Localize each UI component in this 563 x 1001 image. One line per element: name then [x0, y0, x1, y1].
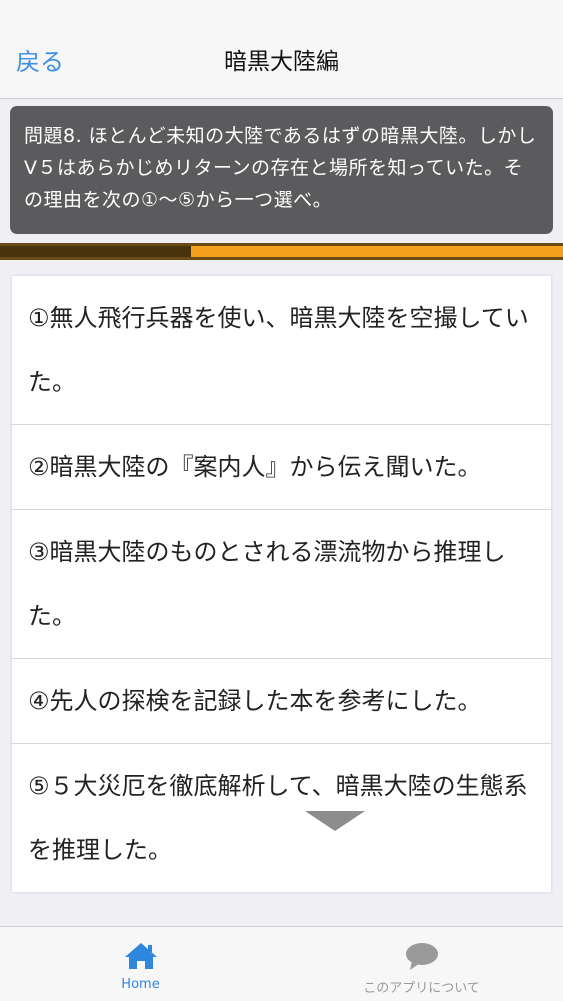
question-panel: 問題8. ほとんど未知の大陸であるはずの暗黒大陸。しかしV５はあらかじめリターン… — [10, 106, 553, 234]
page-title: 暗黒大陸編 — [224, 49, 339, 75]
tab-about-label: このアプリについて — [363, 981, 480, 996]
progress-fill — [191, 246, 563, 257]
tab-about[interactable]: このアプリについて — [281, 927, 562, 1001]
home-icon — [124, 943, 157, 969]
answer-list: ①無人飛行兵器を使い、暗黒大陸を空撮していた。 ②暗黒大陸の『案内人』から伝え聞… — [12, 276, 551, 892]
progress-elapsed — [0, 246, 191, 257]
answer-option-2[interactable]: ②暗黒大陸の『案内人』から伝え聞いた。 — [12, 425, 551, 510]
answer-option-4[interactable]: ④先人の探検を記録した本を参考にした。 — [12, 659, 551, 744]
tab-home[interactable]: Home — [0, 927, 281, 1001]
tab-home-label: Home — [121, 977, 160, 992]
answer-option-5[interactable]: ⑤５大災厄を徹底解析して、暗黒大陸の生態系を推理した。 — [12, 744, 551, 892]
answer-option-1[interactable]: ①無人飛行兵器を使い、暗黒大陸を空撮していた。 — [12, 276, 551, 425]
tab-bar: Home このアプリについて — [0, 926, 563, 1001]
panel-pointer — [305, 811, 365, 831]
question-text: 問題8. ほとんど未知の大陸であるはずの暗黒大陸。しかしV５はあらかじめリターン… — [24, 125, 537, 211]
progress-bar — [0, 243, 563, 260]
answer-option-3[interactable]: ③暗黒大陸のものとされる漂流物から推理した。 — [12, 510, 551, 659]
navigation-bar: 戻る 暗黒大陸編 — [0, 0, 563, 99]
speech-bubble-icon — [405, 943, 438, 970]
